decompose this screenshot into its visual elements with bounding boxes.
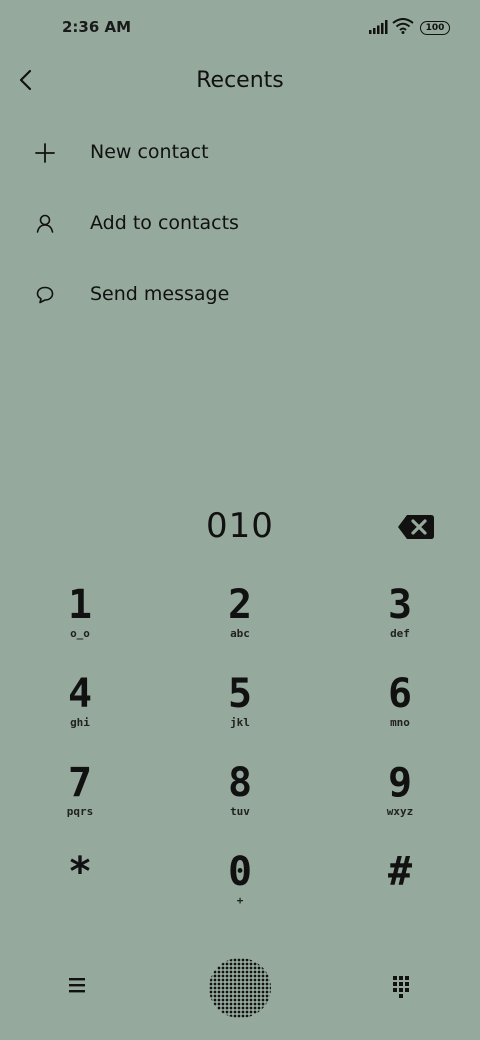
keypad: 1 o_o 2 abc 3 def 4 ghi 5 jkl 6 mno 7 pq… bbox=[0, 582, 480, 942]
key-6[interactable]: 6 mno bbox=[320, 671, 480, 760]
key-letters: tuv bbox=[230, 805, 250, 818]
signal-icon bbox=[369, 20, 388, 34]
key-digit: # bbox=[387, 849, 413, 895]
key-digit: 9 bbox=[387, 760, 413, 806]
key-8[interactable]: 8 tuv bbox=[160, 760, 320, 849]
send-message-action[interactable]: Send message bbox=[0, 260, 480, 331]
status-bar: 2:36 AM 100 bbox=[0, 0, 480, 56]
key-0[interactable]: 0 + bbox=[160, 849, 320, 938]
dialpad-icon[interactable] bbox=[390, 974, 412, 998]
header: Recents bbox=[0, 56, 480, 108]
add-to-contacts-label: Add to contacts bbox=[90, 212, 239, 234]
new-contact-action[interactable]: New contact bbox=[0, 118, 480, 189]
key-digit: 1 bbox=[67, 582, 93, 628]
key-hash[interactable]: # bbox=[320, 849, 480, 938]
wifi-icon bbox=[392, 18, 414, 34]
key-letters: wxyz bbox=[386, 805, 414, 818]
key-digit: 8 bbox=[227, 760, 253, 806]
key-letters: + bbox=[236, 894, 244, 907]
key-letters: mno bbox=[390, 716, 410, 729]
page-title: Recents bbox=[196, 68, 284, 93]
key-letters: abc bbox=[230, 627, 250, 640]
key-1[interactable]: 1 o_o bbox=[0, 582, 160, 671]
send-message-label: Send message bbox=[90, 283, 230, 305]
key-3[interactable]: 3 def bbox=[320, 582, 480, 671]
key-letters: jkl bbox=[230, 716, 250, 729]
key-digit: 2 bbox=[227, 582, 253, 628]
battery-indicator: 100 bbox=[420, 21, 450, 35]
add-to-contacts-action[interactable]: Add to contacts bbox=[0, 189, 480, 260]
key-digit: 6 bbox=[387, 671, 413, 717]
key-digit: * bbox=[67, 849, 93, 895]
key-digit: 4 bbox=[67, 671, 93, 717]
menu-icon[interactable] bbox=[64, 974, 90, 996]
key-digit: 3 bbox=[387, 582, 413, 628]
key-digit: 0 bbox=[227, 849, 253, 895]
bottom-bar bbox=[0, 950, 480, 1030]
key-star[interactable]: * bbox=[0, 849, 160, 938]
key-letters: o_o bbox=[70, 627, 90, 640]
call-button[interactable] bbox=[209, 958, 271, 1018]
status-time: 2:36 AM bbox=[62, 18, 132, 36]
backspace-icon[interactable] bbox=[396, 512, 436, 542]
key-letters: pqrs bbox=[66, 805, 94, 818]
key-9[interactable]: 9 wxyz bbox=[320, 760, 480, 849]
plus-icon bbox=[35, 143, 55, 163]
key-2[interactable]: 2 abc bbox=[160, 582, 320, 671]
key-digit: 7 bbox=[67, 760, 93, 806]
message-bubble-icon bbox=[36, 286, 54, 304]
key-5[interactable]: 5 jkl bbox=[160, 671, 320, 760]
dial-display: 010 bbox=[0, 500, 480, 560]
action-list: New contact Add to contacts Send message bbox=[0, 118, 480, 331]
key-digit: 5 bbox=[227, 671, 253, 717]
key-7[interactable]: 7 pqrs bbox=[0, 760, 160, 849]
key-letters: ghi bbox=[70, 716, 90, 729]
key-4[interactable]: 4 ghi bbox=[0, 671, 160, 760]
new-contact-label: New contact bbox=[90, 141, 209, 163]
key-letters: def bbox=[390, 627, 410, 640]
person-icon bbox=[36, 214, 54, 233]
